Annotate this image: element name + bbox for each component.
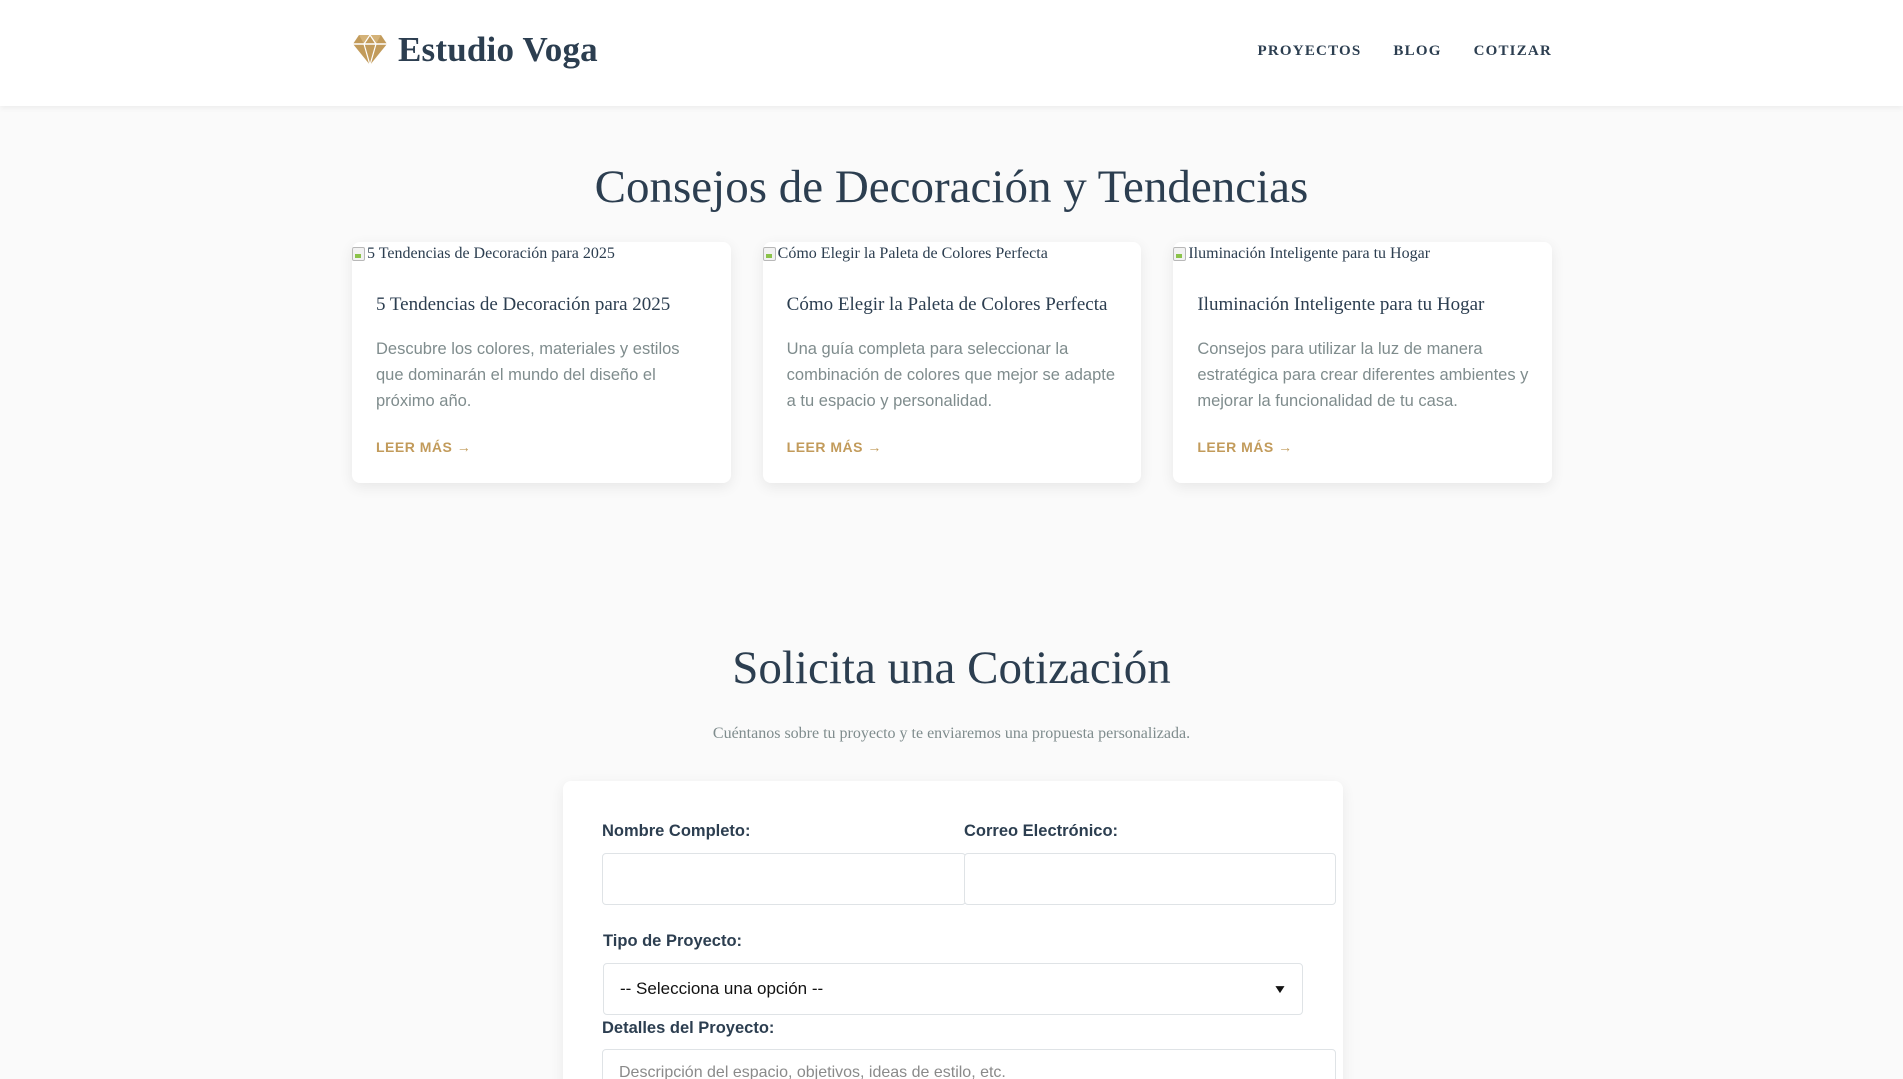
card-image-alt-text: Cómo Elegir la Paleta de Colores Perfect… xyxy=(777,245,1048,262)
card-excerpt: Descubre los colores, materiales y estil… xyxy=(376,340,680,410)
card-image-alt-text: Iluminación Inteligente para tu Hogar xyxy=(1188,245,1431,262)
broken-image-icon xyxy=(1173,247,1187,261)
email-label: Correo Electrónico: xyxy=(964,822,1119,840)
card-title: 5 Tendencias de Decoración para 2025 xyxy=(376,294,671,315)
blog-section-title: Consejos de Decoración y Tendencias xyxy=(594,161,1309,213)
brand-logo[interactable]: Estudio Voga xyxy=(352,30,598,70)
project-type-select[interactable]: -- Selecciona una opción -- ▼ xyxy=(603,963,1303,1015)
name-label: Nombre Completo: xyxy=(602,822,751,840)
card-image-alt-text: 5 Tendencias de Decoración para 2025 xyxy=(367,245,615,262)
quote-section-title: Solicita una Cotización xyxy=(732,642,1171,694)
card-title: Cómo Elegir la Paleta de Colores Perfect… xyxy=(786,294,1108,315)
nav-link-cotizar[interactable]: COTIZAR xyxy=(1474,43,1552,60)
project-type-selected: -- Selecciona una opción -- xyxy=(620,979,824,998)
chevron-down-icon: ▼ xyxy=(1272,982,1288,996)
card-image: Iluminación Inteligente para tu Hogar xyxy=(1173,245,1430,263)
blog-card: Iluminación Inteligente para tu Hogar Il… xyxy=(1173,242,1553,483)
name-field[interactable] xyxy=(602,853,966,905)
nav-link-proyectos[interactable]: PROYECTOS xyxy=(1258,43,1362,60)
diamond-icon xyxy=(352,34,388,66)
blog-card-list: 5 Tendencias de Decoración para 2025 5 T… xyxy=(352,242,1553,483)
card-title: Iluminación Inteligente para tu Hogar xyxy=(1197,294,1485,315)
quote-section-subtitle: Cuéntanos sobre tu proyecto y te enviare… xyxy=(712,725,1191,742)
main-nav: PROYECTOS BLOG COTIZAR xyxy=(1258,43,1552,60)
card-excerpt: Consejos para utilizar la luz de manera … xyxy=(1197,340,1529,410)
read-more-link[interactable]: LEER MÁS → xyxy=(376,439,471,455)
broken-image-icon xyxy=(762,247,776,261)
read-more-link[interactable]: LEER MÁS → xyxy=(787,439,882,455)
blog-card: Cómo Elegir la Paleta de Colores Perfect… xyxy=(762,242,1142,483)
project-details-textarea[interactable]: Descripción del espacio, objetivos, idea… xyxy=(602,1049,1336,1079)
brand-name: Estudio Voga xyxy=(398,30,598,69)
nav-link-blog[interactable]: BLOG xyxy=(1393,43,1441,60)
card-excerpt: Una guía completa para seleccionar la co… xyxy=(786,340,1116,410)
card-image: Cómo Elegir la Paleta de Colores Perfect… xyxy=(762,245,1048,263)
quote-form: Nombre Completo: Correo Electrónico: Tip… xyxy=(563,781,1343,1079)
project-details-label: Detalles del Proyecto: xyxy=(602,1019,775,1037)
site-header: Estudio Voga PROYECTOS BLOG COTIZAR xyxy=(0,0,1903,106)
blog-card: 5 Tendencias de Decoración para 2025 5 T… xyxy=(352,242,731,483)
read-more-link[interactable]: LEER MÁS → xyxy=(1197,439,1292,455)
email-field[interactable] xyxy=(964,853,1336,905)
card-image: 5 Tendencias de Decoración para 2025 xyxy=(352,245,615,263)
broken-image-icon xyxy=(352,247,365,261)
project-type-label: Tipo de Proyecto: xyxy=(603,932,743,950)
